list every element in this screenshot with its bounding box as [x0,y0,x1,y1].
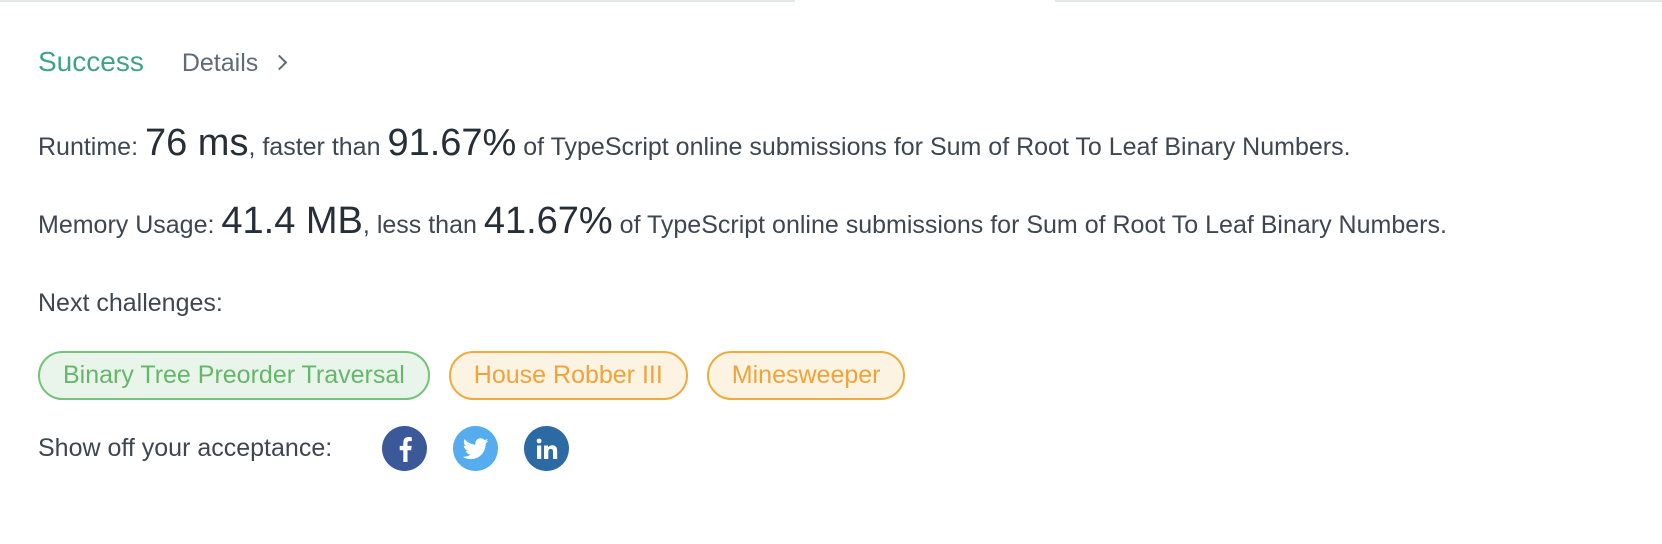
memory-comparison: , less than [362,211,484,239]
runtime-percentile: 91.67% [387,122,517,164]
runtime-comparison: , faster than [248,133,388,161]
submission-result-panel: Success Details Runtime: 76 ms, faster t… [0,0,1662,544]
challenge-minesweeper[interactable]: Minesweeper [706,351,906,400]
result-header: Success Details [38,46,288,78]
memory-value: 41.4 MB [221,200,363,242]
memory-percentile: 41.67% [483,200,613,242]
challenge-house-robber-iii[interactable]: House Robber III [448,351,688,400]
share-label: Show off your acceptance: [38,434,333,462]
tab-border-left [0,0,795,2]
memory-stat: Memory Usage: 41.4 MB, less than 41.67% … [38,200,1447,243]
twitter-icon[interactable] [453,426,499,471]
runtime-stat: Runtime: 76 ms, faster than 91.67% of Ty… [38,122,1351,165]
tab-strip-border [0,0,1662,3]
next-challenges-list: Binary Tree Preorder Traversal House Rob… [38,351,906,400]
details-link[interactable]: Details [181,49,288,78]
share-row: Show off your acceptance: [38,426,595,471]
details-label: Details [181,49,259,77]
next-challenges-label: Next challenges: [38,289,223,317]
runtime-suffix: of TypeScript online submissions for Sum… [516,133,1351,161]
runtime-label: Runtime: [38,133,145,161]
facebook-glyph [399,436,412,462]
twitter-glyph [462,437,489,459]
linkedin-glyph [536,438,557,459]
memory-suffix: of TypeScript online submissions for Sum… [612,211,1447,239]
status-success: Success [38,46,144,77]
facebook-icon[interactable] [382,426,428,471]
memory-label: Memory Usage: [38,211,222,239]
chevron-right-icon [271,54,288,71]
runtime-value: 76 ms [144,122,249,164]
active-tab-gap [795,0,1055,3]
linkedin-icon[interactable] [524,426,570,471]
tab-border-right [1055,0,1662,2]
challenge-binary-tree-preorder-traversal[interactable]: Binary Tree Preorder Traversal [38,351,430,400]
